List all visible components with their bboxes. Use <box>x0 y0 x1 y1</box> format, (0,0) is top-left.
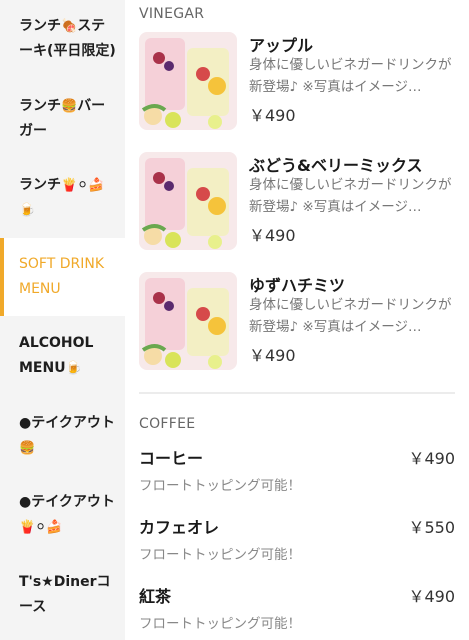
menu-item-description: フロートトッピング可能！ <box>139 547 301 563</box>
menu-content: VINEGAR アップル 身体に優しいビネガードリンクが新登場♪ ※写真はイメー… <box>125 0 469 640</box>
sidebar-item-label: SOFT DRINK MENU <box>19 256 105 297</box>
sidebar-item-label: ランチ <box>19 18 61 34</box>
menu-item-price: ￥490 <box>408 587 455 606</box>
sidebar-item-takeout-burger[interactable]: ●テイクアウト 🍔 <box>0 411 125 461</box>
sidebar-item-dinner-course[interactable]: T's★Dinerコース <box>0 570 125 620</box>
menu-item-row[interactable]: カフェオレ ￥550 フロートトッピング可能！ <box>139 514 455 569</box>
menu-item-row[interactable]: コーヒー ￥490 フロートトッピング可能！ <box>139 445 455 500</box>
vinegar-drink-photo <box>139 152 237 250</box>
menu-item-description: 身体に優しいビネガードリンクが新登場♪ ※写真はイメージ… <box>249 177 452 215</box>
vinegar-drink-photo <box>139 32 237 130</box>
menu-item-card[interactable]: アップル 身体に優しいビネガードリンクが新登場♪ ※写真はイメージ… ￥490 <box>139 32 459 142</box>
menu-item-description: 身体に優しいビネガードリンクが新登場♪ ※写真はイメージ… <box>249 57 452 95</box>
fries-cake-icon: 🍟⚪🍰 <box>19 520 63 535</box>
sidebar-item-label: ランチ <box>19 98 61 114</box>
sidebar-item-lunch-steak[interactable]: ランチ🍖ステーキ(平日限定) <box>0 14 125 64</box>
menu-item-price: ￥490 <box>408 449 455 468</box>
section-title-coffee: COFFEE <box>139 416 196 432</box>
beer-icon: 🍺 <box>65 361 82 376</box>
category-sidebar: ランチ🍖ステーキ(平日限定) ランチ🍔バーガー ランチ🍟⚪🍰🍺 SOFT DRI… <box>0 0 125 640</box>
sidebar-item-takeout-set[interactable]: ●テイクアウト 🍟⚪🍰 <box>0 490 125 540</box>
menu-item-price: ￥550 <box>408 518 455 537</box>
sidebar-item-label: ●テイクアウト <box>19 494 115 510</box>
section-title-vinegar: VINEGAR <box>139 6 205 22</box>
sidebar-item-lunch-set[interactable]: ランチ🍟⚪🍰🍺 <box>0 173 125 223</box>
menu-item-price: ￥490 <box>249 106 296 125</box>
menu-item-name: カフェオレ <box>139 518 220 537</box>
menu-item-name: コーヒー <box>139 449 204 468</box>
sidebar-item-label: T's★Dinerコース <box>19 574 111 615</box>
sidebar-item-soft-drink[interactable]: SOFT DRINK MENU <box>0 238 125 316</box>
menu-item-price: ￥490 <box>249 346 296 365</box>
menu-item-price: ￥490 <box>249 226 296 245</box>
menu-item-name: ゆずハチミツ <box>249 276 346 295</box>
section-divider <box>139 392 455 394</box>
sidebar-item-label: ●テイクアウト <box>19 415 115 431</box>
menu-item-row[interactable]: 紅茶 ￥490 フロートトッピング可能！ <box>139 583 455 638</box>
menu-item-name: 紅茶 <box>139 587 172 606</box>
sidebar-item-lunch-burger[interactable]: ランチ🍔バーガー <box>0 94 125 144</box>
burger-icon: 🍔 <box>61 99 78 114</box>
sidebar-item-alcohol[interactable]: ALCOHOL MENU🍺 <box>0 331 125 381</box>
menu-item-card[interactable]: ぶどう&ベリーミックス 身体に優しいビネガードリンクが新登場♪ ※写真はイメージ… <box>139 152 459 262</box>
menu-item-description: 身体に優しいビネガードリンクが新登場♪ ※写真はイメージ… <box>249 297 452 335</box>
menu-item-name: アップル <box>249 36 314 55</box>
menu-item-description: フロートトッピング可能！ <box>139 478 301 494</box>
sidebar-item-label: ランチ <box>19 177 61 193</box>
menu-item-description: フロートトッピング可能！ <box>139 616 301 632</box>
sidebar-item-label: ALCOHOL MENU <box>19 335 94 376</box>
vinegar-drink-photo <box>139 272 237 370</box>
menu-item-name: ぶどう&ベリーミックス <box>249 156 423 175</box>
burger-icon: 🍔 <box>19 441 36 456</box>
menu-item-card[interactable]: ゆずハチミツ 身体に優しいビネガードリンクが新登場♪ ※写真はイメージ… ￥49… <box>139 272 459 382</box>
steak-icon: 🍖 <box>61 19 78 34</box>
